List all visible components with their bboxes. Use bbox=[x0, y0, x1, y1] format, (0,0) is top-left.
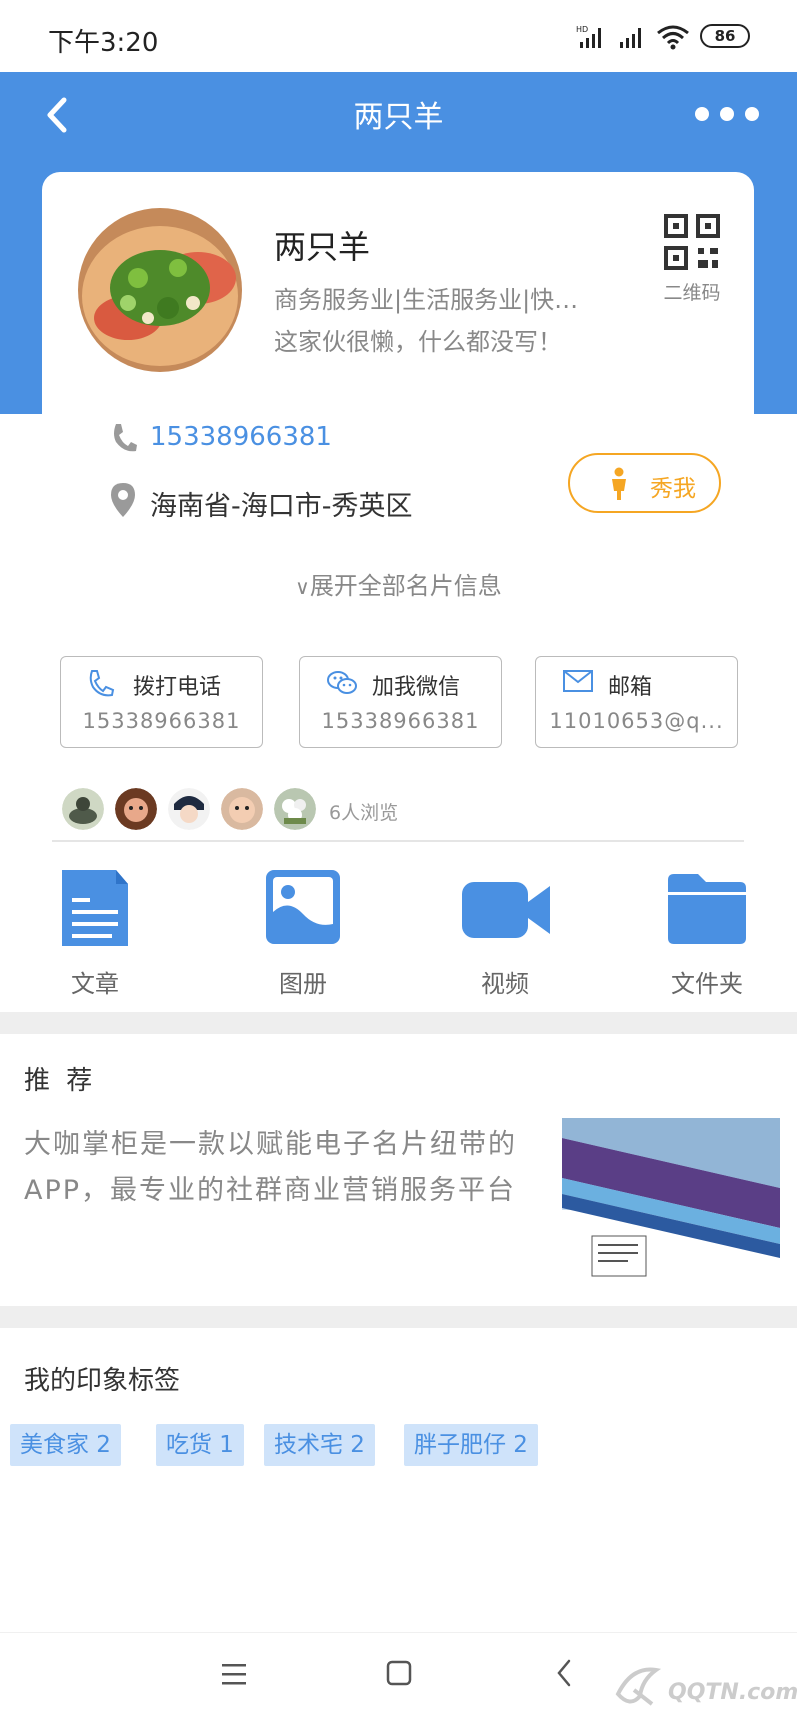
profile-bio: 这家伙很懒，什么都没写！ bbox=[274, 328, 562, 356]
chevron-down-icon: ∨ bbox=[295, 575, 310, 599]
more-options-button[interactable] bbox=[690, 94, 770, 134]
visitor-avatar bbox=[168, 788, 210, 830]
phone-icon bbox=[114, 424, 137, 452]
show-me-label: 秀我 bbox=[650, 476, 696, 502]
signal-icon bbox=[620, 28, 641, 48]
back-nav-icon[interactable] bbox=[552, 1657, 576, 1689]
feature-folder[interactable]: 文件夹 bbox=[652, 868, 762, 998]
add-wechat-button[interactable]: 加我微信 15338966381 bbox=[299, 656, 502, 748]
menu-icon[interactable] bbox=[220, 1661, 248, 1687]
feature-video[interactable]: 视频 bbox=[450, 868, 560, 998]
feature-article-label: 文章 bbox=[71, 970, 119, 998]
tags-title: 我的印象标签 bbox=[24, 1366, 181, 1396]
svg-text:HD: HD bbox=[576, 25, 588, 34]
qr-code-icon bbox=[664, 214, 720, 270]
visitor-avatar bbox=[115, 788, 157, 830]
watermark-logo-icon bbox=[615, 1667, 662, 1706]
phone-outline-icon bbox=[89, 670, 115, 697]
recommend-title: 推 荐 bbox=[24, 1066, 97, 1096]
page-title: 两只羊 bbox=[353, 100, 444, 135]
add-wechat-label: 加我微信 bbox=[372, 675, 461, 700]
watermark-text: QQTN.com bbox=[668, 1680, 797, 1705]
email-label: 邮箱 bbox=[608, 675, 653, 700]
video-icon bbox=[462, 882, 550, 938]
wifi-icon bbox=[657, 25, 689, 50]
email-value: 11010653@q... bbox=[549, 709, 724, 733]
visitor-count: 6人浏览 bbox=[329, 802, 399, 824]
feature-album-label: 图册 bbox=[279, 970, 327, 998]
visitor-avatar bbox=[221, 788, 263, 830]
feature-folder-label: 文件夹 bbox=[671, 970, 743, 998]
email-button[interactable]: 邮箱 11010653@q... bbox=[535, 656, 738, 748]
qr-code-button[interactable]: 二维码 bbox=[652, 214, 732, 305]
hd-signal-icon: HD bbox=[576, 25, 601, 48]
section-divider bbox=[0, 1012, 797, 1034]
divider bbox=[52, 840, 744, 842]
visitor-avatar bbox=[274, 788, 316, 830]
visitor-avatar bbox=[62, 788, 104, 830]
qr-code-label: 二维码 bbox=[663, 282, 721, 304]
folder-icon bbox=[668, 874, 746, 944]
tag-item[interactable]: 胖子肥仔 2 bbox=[404, 1424, 538, 1466]
album-icon bbox=[266, 870, 340, 944]
call-phone-button[interactable]: 拨打电话 15338966381 bbox=[60, 656, 263, 748]
tag-item[interactable]: 技术宅 2 bbox=[264, 1424, 375, 1466]
feature-article[interactable]: 文章 bbox=[40, 868, 150, 998]
mail-icon bbox=[563, 670, 593, 692]
location-row: 海南省-海口市-秀英区 bbox=[110, 482, 413, 522]
expand-info-label: 展开全部名片信息 bbox=[309, 572, 502, 600]
profile-name: 两只羊 bbox=[274, 228, 371, 266]
article-icon bbox=[62, 870, 128, 946]
phone-number[interactable]: 15338966381 bbox=[150, 422, 332, 452]
section-divider bbox=[0, 1306, 797, 1328]
feature-video-label: 视频 bbox=[481, 970, 529, 998]
wechat-value: 15338966381 bbox=[321, 709, 480, 733]
status-time: 下午3:20 bbox=[48, 28, 159, 58]
phone-row[interactable]: 15338966381 bbox=[110, 422, 332, 458]
call-phone-value: 15338966381 bbox=[82, 709, 241, 733]
watermark: QQTN.com bbox=[612, 1660, 797, 1720]
feature-album[interactable]: 图册 bbox=[248, 868, 358, 998]
recommend-image[interactable] bbox=[562, 1118, 780, 1282]
location-text: 海南省-海口市-秀英区 bbox=[150, 491, 413, 522]
location-pin-icon bbox=[111, 483, 135, 517]
expand-info-button[interactable]: ∨展开全部名片信息 bbox=[0, 566, 797, 601]
profile-industry: 商务服务业|生活服务业|快… bbox=[274, 286, 579, 314]
call-phone-label: 拨打电话 bbox=[133, 675, 222, 700]
tag-item[interactable]: 美食家 2 bbox=[10, 1424, 121, 1466]
wechat-icon bbox=[327, 671, 357, 694]
show-me-button[interactable]: 秀我 bbox=[568, 453, 721, 513]
person-icon bbox=[612, 467, 626, 500]
recommend-text[interactable]: 大咖掌柜是一款以赋能电子名片纽带的APP，最专业的社群商业营销服务平台 bbox=[24, 1122, 540, 1214]
tag-item[interactable]: 吃货 1 bbox=[156, 1424, 244, 1466]
status-bar: 下午3:20 HD 86 bbox=[0, 0, 797, 72]
battery-indicator: 86 bbox=[700, 24, 750, 48]
home-icon[interactable] bbox=[385, 1659, 413, 1687]
avatar[interactable] bbox=[78, 208, 242, 372]
